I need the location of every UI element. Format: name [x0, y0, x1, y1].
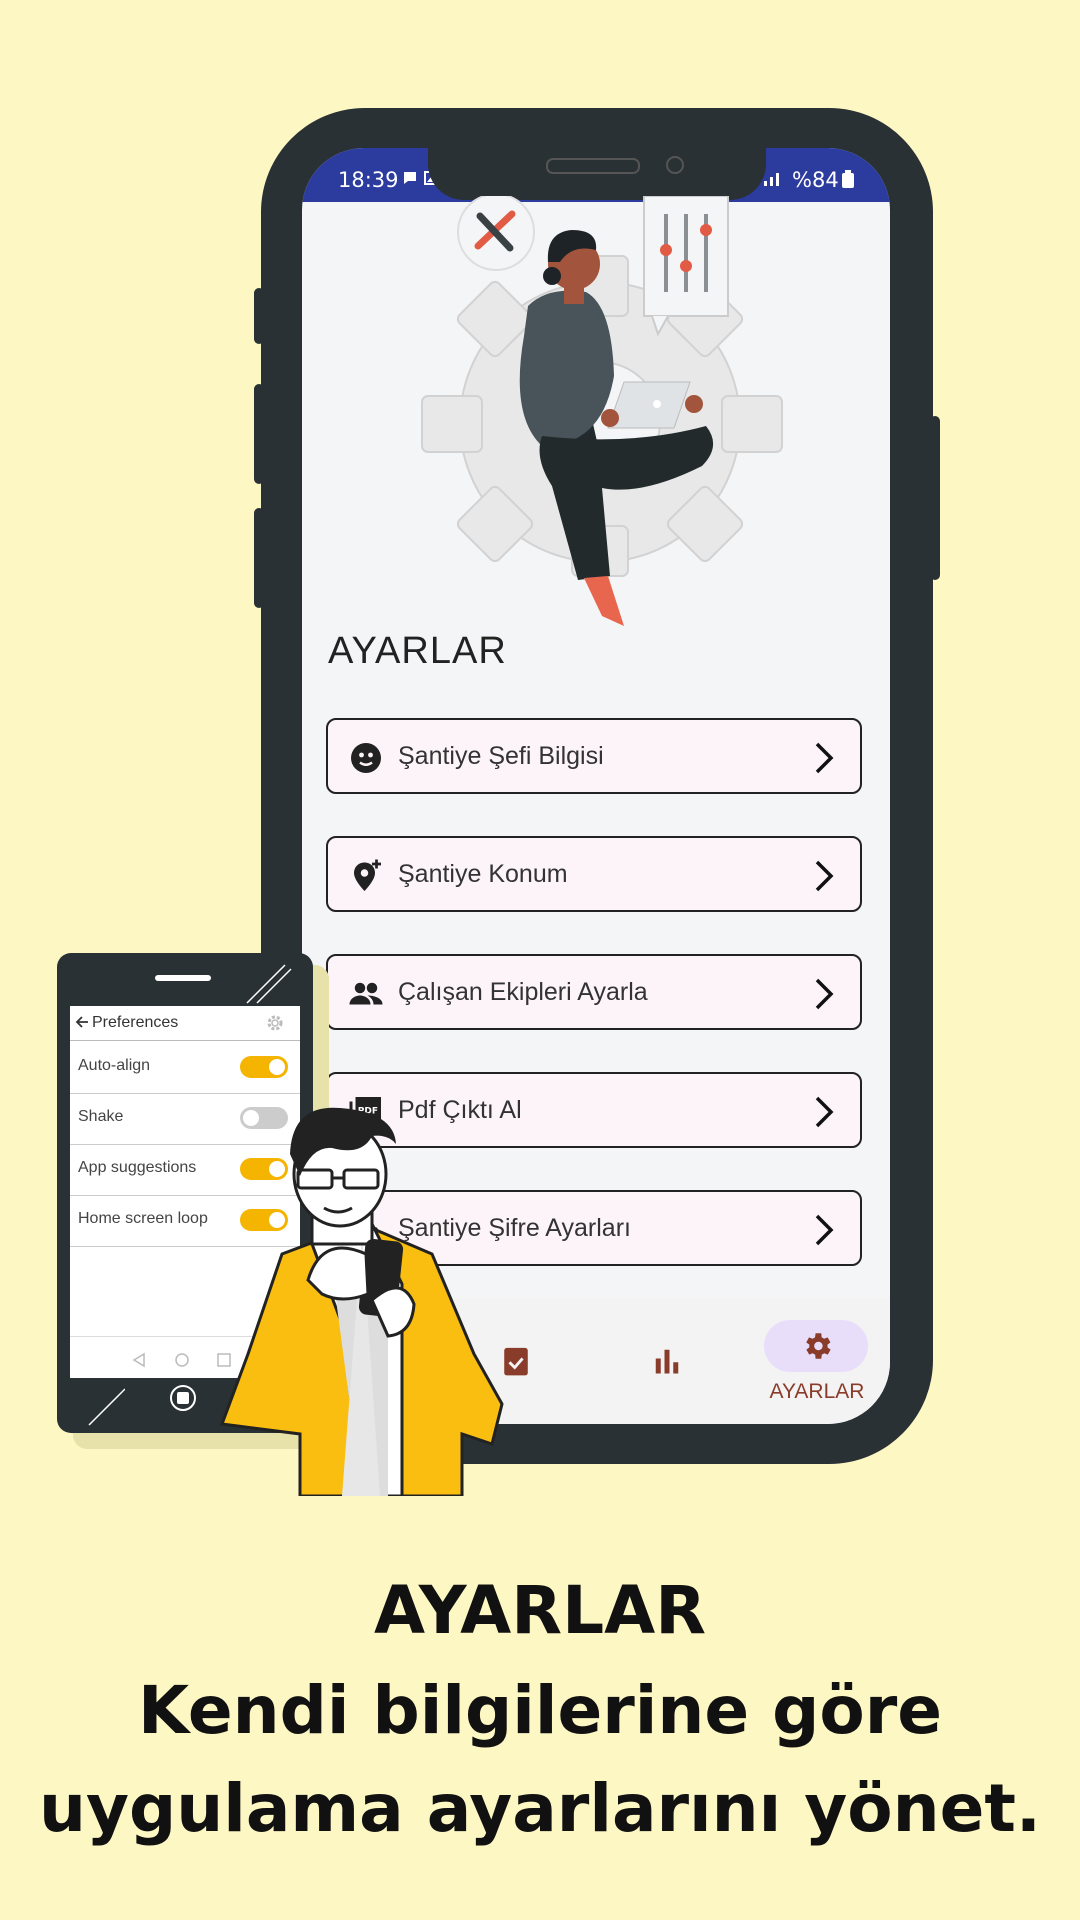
menu-item-worker-teams[interactable]: Çalışan Ekipleri Ayarla: [326, 954, 862, 1030]
home-button: [170, 1385, 196, 1411]
menu-item-site-chief-info[interactable]: Şantiye Şefi Bilgisi: [326, 718, 862, 794]
battery-percent: %84: [792, 168, 839, 192]
back-arrow-icon: [74, 1014, 90, 1035]
menu-item-site-location[interactable]: Şantiye Konum: [326, 836, 862, 912]
bar-chart-icon: [652, 1349, 682, 1380]
menu-item-label: Şantiye Şefi Bilgisi: [398, 742, 604, 770]
notch: [428, 148, 766, 200]
page-title: AYARLAR: [328, 630, 507, 672]
phone-side-button: [930, 416, 940, 580]
face-icon: [348, 740, 384, 776]
nav-reports-button[interactable]: [652, 1346, 682, 1381]
preference-row-auto-align: Auto-align: [70, 1042, 300, 1094]
battery-icon: [842, 170, 854, 193]
preference-label: App suggestions: [78, 1159, 197, 1176]
preference-label: Home screen loop: [78, 1210, 208, 1227]
signal-icon: [762, 170, 784, 191]
nav-settings-button[interactable]: [764, 1320, 868, 1372]
preferences-header: Preferences: [70, 1006, 300, 1041]
chevron-right-icon: [812, 976, 836, 1012]
gear-icon: [800, 1329, 834, 1368]
chevron-right-icon: [812, 740, 836, 776]
gear-icon: [263, 1011, 287, 1040]
preferences-title: Preferences: [92, 1014, 179, 1031]
caption-line-1: Kendi bilgilerine göre: [137, 1672, 943, 1749]
group-icon: [348, 976, 384, 1012]
caption-heading: AYARLAR: [373, 1572, 707, 1649]
nav-settings-label: AYARLAR: [769, 1380, 865, 1403]
preference-label: Shake: [78, 1108, 124, 1125]
preference-label: Auto-align: [78, 1057, 151, 1074]
menu-item-label: Şantiye Konum: [398, 860, 568, 888]
caption-line-2: uygulama ayarlarını yönet.: [39, 1770, 1041, 1847]
add-location-icon: [348, 858, 384, 894]
chevron-right-icon: [812, 1094, 836, 1130]
phone-side-button: [254, 508, 264, 608]
message-icon: [402, 170, 418, 191]
toggle-switch[interactable]: [240, 1056, 288, 1078]
menu-item-label: Çalışan Ekipleri Ayarla: [398, 978, 648, 1006]
phone-side-button: [254, 384, 264, 484]
chevron-right-icon: [812, 1212, 836, 1248]
chevron-right-icon: [812, 858, 836, 894]
phone-side-button: [254, 288, 264, 344]
status-time: 18:39: [338, 168, 399, 192]
man-with-phone-illustration: [219, 1107, 504, 1496]
settings-illustration: [421, 196, 783, 626]
